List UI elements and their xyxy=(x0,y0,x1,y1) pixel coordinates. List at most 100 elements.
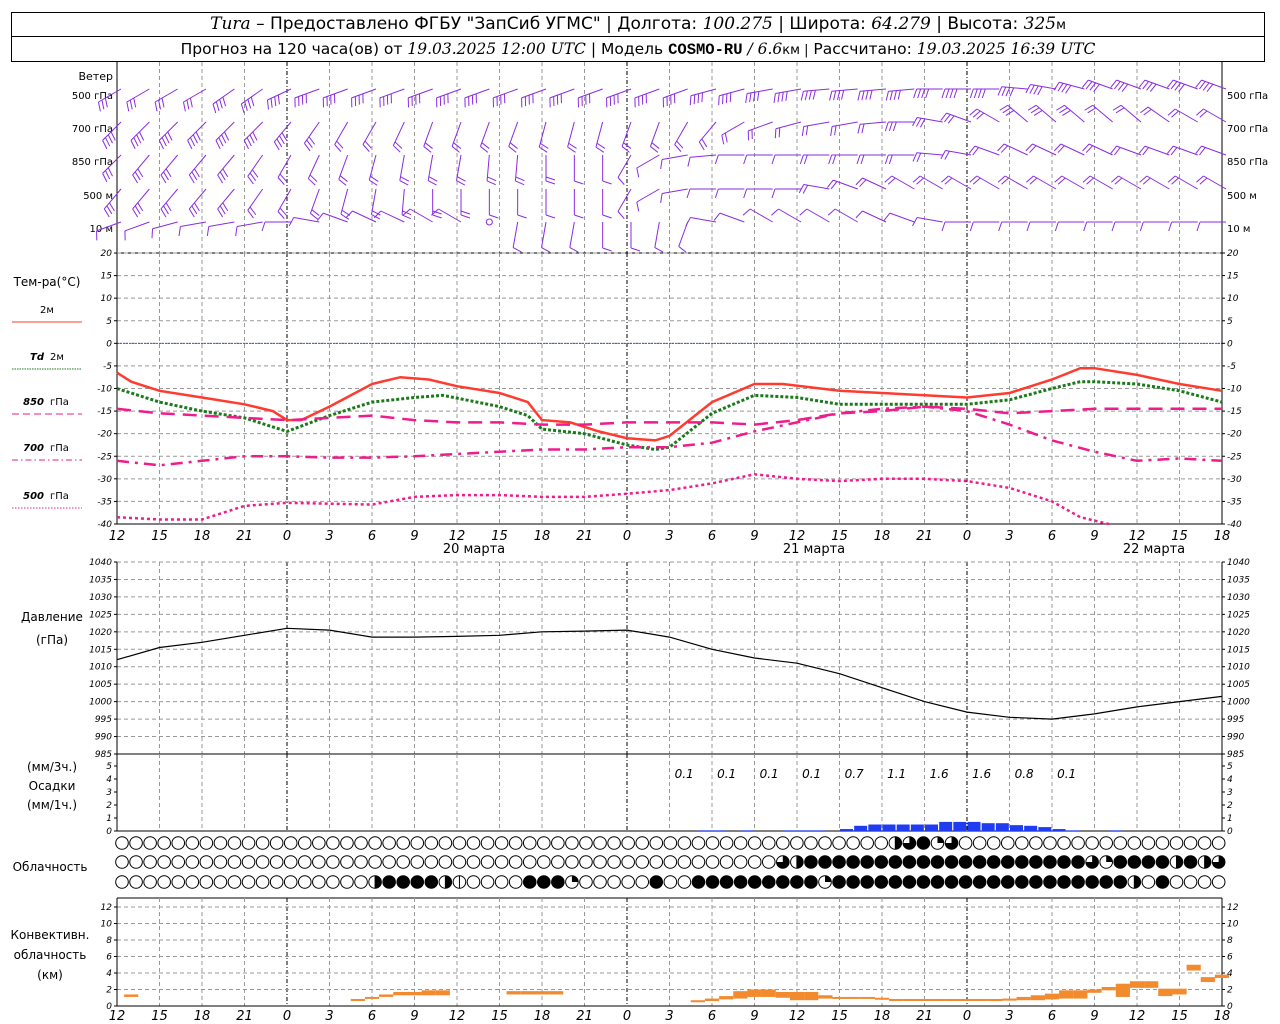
cloud-circle xyxy=(1043,836,1057,850)
cloud-circle xyxy=(1015,875,1029,889)
wind-barb xyxy=(577,88,603,108)
cloud-symbol xyxy=(143,855,157,869)
wind-barb xyxy=(713,212,745,223)
barb-feather xyxy=(968,145,976,154)
cloud-symbol xyxy=(354,836,368,850)
wind-barb xyxy=(829,88,858,101)
barb-feather xyxy=(480,146,489,153)
cloud-symbol xyxy=(1015,875,1029,889)
barb-feather xyxy=(1033,85,1039,95)
cloud-symbol xyxy=(902,855,917,869)
cloud-symbol xyxy=(283,855,298,869)
temp-tick-right: -20 xyxy=(1227,430,1242,440)
barb-feather xyxy=(832,154,837,165)
cloud-symbol xyxy=(1057,855,1071,869)
barb-feather xyxy=(1115,107,1125,114)
cloud-symbol xyxy=(241,836,256,850)
barb-feather xyxy=(981,88,986,99)
wind-barb xyxy=(334,121,349,152)
barb-feather xyxy=(188,174,195,184)
x-tick-label: 12 xyxy=(109,529,126,544)
barb-feather xyxy=(973,88,978,99)
cloud-circle xyxy=(1015,836,1029,850)
conv-bar xyxy=(775,991,790,998)
cloud-symbol xyxy=(958,836,973,850)
cloud-circle xyxy=(958,836,973,850)
conv-bar xyxy=(860,996,875,999)
x-tick-label: 18 xyxy=(534,529,551,544)
cloud-symbol xyxy=(761,875,776,889)
conv-bar xyxy=(350,998,365,1001)
barb-feather xyxy=(756,91,760,101)
barb-feather xyxy=(215,140,221,150)
cloud-symbol xyxy=(143,836,157,850)
cloud-symbol xyxy=(157,875,171,889)
precip-3h-total: 1.6 xyxy=(972,767,991,781)
barb-feather xyxy=(130,140,136,150)
cloud-circle xyxy=(1057,875,1071,889)
conv-bar xyxy=(917,998,932,1001)
cloud-symbol xyxy=(733,875,748,889)
x-tick-label: 3 xyxy=(1005,1009,1013,1024)
barb-feather xyxy=(697,93,700,104)
cloud-symbol xyxy=(719,875,734,889)
barb-feather xyxy=(102,173,108,183)
conv-bar xyxy=(1002,998,1017,1001)
cloud-circle xyxy=(340,875,354,889)
cloud-circle xyxy=(494,836,509,850)
conv-tick-right: 12 xyxy=(1227,903,1239,913)
cloud-symbol xyxy=(537,836,551,850)
barb-feather xyxy=(219,99,223,109)
barb-feather xyxy=(701,138,708,148)
barb-feather xyxy=(456,176,466,182)
wind-barb xyxy=(718,88,745,106)
wind-barb xyxy=(304,121,320,152)
cloud-symbol xyxy=(269,875,284,889)
pressure-tick-left: 1000 xyxy=(89,698,112,708)
cloud-circle xyxy=(297,875,312,889)
cloud-symbol xyxy=(312,836,326,850)
cloud-symbol xyxy=(452,855,467,869)
wind-barb xyxy=(514,154,525,186)
cloud-circle xyxy=(874,836,889,850)
barb-feather xyxy=(1195,145,1202,154)
cloud-circle xyxy=(466,875,481,889)
wind-barb xyxy=(427,154,438,186)
wind-barb xyxy=(235,221,263,236)
wind-barb xyxy=(488,189,499,219)
barb-feather xyxy=(897,90,901,100)
cloud-symbol xyxy=(1099,875,1113,889)
cloud-circle xyxy=(382,836,396,850)
conv-bar xyxy=(1200,977,1215,983)
barb-staff xyxy=(834,208,858,223)
wind-barb xyxy=(630,222,641,252)
barb-feather xyxy=(1139,221,1144,232)
barb-feather xyxy=(714,188,719,199)
cloud-symbol xyxy=(832,855,846,869)
cloud-circle xyxy=(621,875,635,889)
wind-barb xyxy=(277,154,292,185)
barb-feather xyxy=(240,103,245,114)
precip-bar xyxy=(1010,825,1023,831)
cloud-symbol xyxy=(1197,855,1212,869)
cloud-symbol xyxy=(424,855,439,869)
cloud-circle xyxy=(143,836,157,850)
barb-feather xyxy=(154,101,158,112)
wind-level-label-left: 500 м xyxy=(83,191,113,202)
cloud-circle xyxy=(733,875,748,889)
barb-staff xyxy=(617,188,632,212)
cloud-circle xyxy=(1071,855,1085,869)
wind-barb xyxy=(569,221,579,253)
pressure-tick-left: 995 xyxy=(95,715,112,725)
barb-feather xyxy=(885,91,889,101)
barb-feather xyxy=(1114,147,1121,156)
cloud-circle xyxy=(846,836,860,850)
cloud-circle xyxy=(227,875,242,889)
barb-feather xyxy=(1117,82,1125,91)
wind-barb xyxy=(1168,221,1198,232)
barb-feather xyxy=(1057,83,1064,92)
cloud-symbol xyxy=(621,855,635,869)
cloud-circle xyxy=(551,855,565,869)
cloud-circle xyxy=(480,836,495,850)
wind-barb xyxy=(407,88,433,108)
